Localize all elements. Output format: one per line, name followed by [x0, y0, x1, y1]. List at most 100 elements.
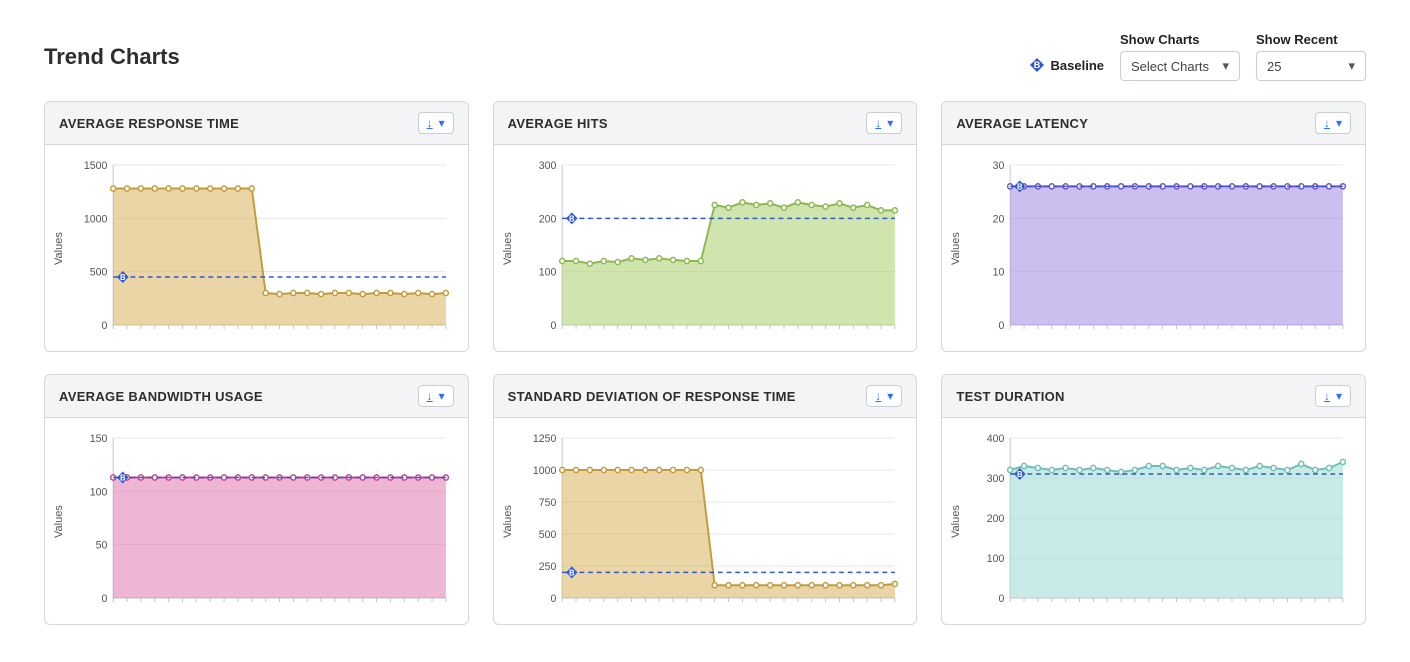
- panel-title: AVERAGE RESPONSE TIME: [59, 116, 239, 131]
- svg-text:B: B: [120, 273, 126, 282]
- panel-header: AVERAGE BANDWIDTH USAGE↓▾: [45, 375, 468, 418]
- panel-avg-latency: AVERAGE LATENCY↓▾Values0102030B: [941, 101, 1366, 352]
- svg-text:B: B: [1017, 470, 1023, 479]
- panel-title: AVERAGE BANDWIDTH USAGE: [59, 389, 263, 404]
- svg-text:B: B: [120, 473, 126, 482]
- caret-down-icon: ▾: [439, 116, 445, 130]
- page-title: Trend Charts: [44, 44, 180, 70]
- svg-text:1250: 1250: [533, 433, 557, 445]
- panel-title: AVERAGE LATENCY: [956, 116, 1088, 131]
- panel-body: Values 0 50 100 150 B: [45, 418, 468, 624]
- svg-text:100: 100: [987, 553, 1005, 565]
- svg-text:B: B: [569, 214, 575, 223]
- caret-down-icon: ▾: [1336, 116, 1342, 130]
- svg-text:300: 300: [987, 473, 1005, 485]
- chart: Values025050075010001250B: [502, 432, 901, 612]
- plot-area: 0 50 100 150 B: [67, 432, 452, 612]
- show-recent-group: Show Recent 25 ▾: [1256, 32, 1366, 81]
- chart: Values050010001500B: [53, 159, 452, 339]
- chart-options-button[interactable]: ↓▾: [418, 385, 454, 407]
- show-charts-dropdown[interactable]: Select Charts ▾: [1120, 51, 1240, 81]
- panel-std-dev-response-time: STANDARD DEVIATION OF RESPONSE TIME↓▾Val…: [493, 374, 918, 625]
- plot-area: 0100200300400B: [964, 432, 1349, 612]
- svg-text:500: 500: [538, 529, 556, 541]
- chart-options-button[interactable]: ↓▾: [866, 112, 902, 134]
- svg-text:50: 50: [96, 539, 108, 551]
- svg-text:200: 200: [987, 513, 1005, 525]
- svg-text:10: 10: [993, 266, 1005, 278]
- baseline-legend-label: Baseline: [1051, 58, 1104, 73]
- plot-area: 0 10 20 30 B: [964, 159, 1349, 339]
- svg-text:0: 0: [550, 320, 556, 332]
- svg-text:100: 100: [538, 266, 556, 278]
- download-icon: ↓: [875, 116, 881, 130]
- download-icon: ↓: [1324, 389, 1330, 403]
- caret-down-icon: ▾: [887, 116, 893, 130]
- y-axis-label: Values: [950, 432, 964, 612]
- panel-header: AVERAGE HITS↓▾: [494, 102, 917, 145]
- panel-body: Values0100200300400B: [942, 418, 1365, 624]
- svg-text:B: B: [569, 568, 575, 577]
- svg-text:0: 0: [102, 320, 108, 332]
- svg-text:20: 20: [993, 213, 1005, 225]
- chart: Values 0 100 200 300 B: [502, 159, 901, 339]
- show-recent-dropdown[interactable]: 25 ▾: [1256, 51, 1366, 81]
- panel-test-duration: TEST DURATION↓▾Values0100200300400B: [941, 374, 1366, 625]
- download-icon: ↓: [875, 389, 881, 403]
- panel-header: AVERAGE RESPONSE TIME↓▾: [45, 102, 468, 145]
- svg-text:30: 30: [993, 160, 1005, 172]
- baseline-icon: B: [1029, 57, 1045, 73]
- download-icon: ↓: [1324, 116, 1330, 130]
- svg-text:500: 500: [90, 266, 108, 278]
- chart: Values0100200300400B: [950, 432, 1349, 612]
- chart-options-button[interactable]: ↓▾: [1315, 385, 1351, 407]
- download-icon: ↓: [427, 116, 433, 130]
- panel-title: AVERAGE HITS: [508, 116, 608, 131]
- panel-title: TEST DURATION: [956, 389, 1064, 404]
- svg-text:100: 100: [90, 486, 108, 498]
- chart-options-button[interactable]: ↓▾: [866, 385, 902, 407]
- svg-text:300: 300: [538, 160, 556, 172]
- panel-header: TEST DURATION↓▾: [942, 375, 1365, 418]
- panel-header: STANDARD DEVIATION OF RESPONSE TIME↓▾: [494, 375, 917, 418]
- plot-area: 050010001500B: [67, 159, 452, 339]
- chart-options-button[interactable]: ↓▾: [418, 112, 454, 134]
- chart-options-button[interactable]: ↓▾: [1315, 112, 1351, 134]
- top-controls: B Baseline Show Charts Select Charts ▾ S…: [1029, 32, 1366, 81]
- show-charts-value: Select Charts: [1131, 59, 1209, 74]
- show-recent-value: 25: [1267, 59, 1281, 74]
- top-bar: Trend Charts B Baseline Show Charts Sele…: [44, 32, 1366, 81]
- svg-text:B: B: [1017, 182, 1023, 191]
- download-icon: ↓: [427, 389, 433, 403]
- y-axis-label: Values: [950, 159, 964, 339]
- chart: Values 0 50 100 150 B: [53, 432, 452, 612]
- panel-avg-hits: AVERAGE HITS↓▾Values0100200300B: [493, 101, 918, 352]
- caret-down-icon: ▾: [1222, 58, 1229, 74]
- panel-body: Values 0 10 20 30 B: [942, 145, 1365, 351]
- caret-down-icon: ▾: [887, 389, 893, 403]
- panel-body: Values025050075010001250B: [494, 418, 917, 624]
- svg-text:0: 0: [550, 593, 556, 605]
- svg-text:150: 150: [90, 433, 108, 445]
- svg-text:B: B: [1033, 60, 1040, 70]
- caret-down-icon: ▾: [1348, 58, 1355, 74]
- y-axis-label: Values: [53, 159, 67, 339]
- svg-text:200: 200: [538, 213, 556, 225]
- svg-text:1000: 1000: [533, 465, 557, 477]
- charts-grid: AVERAGE RESPONSE TIME↓▾Values05001000150…: [44, 101, 1366, 625]
- panel-body: Values 0 100 200 300 B: [494, 145, 917, 351]
- chart: Values 0 10 20 30 B: [950, 159, 1349, 339]
- svg-text:0: 0: [102, 593, 108, 605]
- svg-text:250: 250: [538, 561, 556, 573]
- plot-area: 0 250 500 750 1000 1250 B: [516, 432, 901, 612]
- svg-text:0: 0: [999, 320, 1005, 332]
- baseline-legend: B Baseline: [1029, 57, 1104, 81]
- y-axis-label: Values: [53, 432, 67, 612]
- y-axis-label: Values: [502, 159, 516, 339]
- svg-text:750: 750: [538, 497, 556, 509]
- caret-down-icon: ▾: [439, 389, 445, 403]
- panel-avg-response-time: AVERAGE RESPONSE TIME↓▾Values05001000150…: [44, 101, 469, 352]
- svg-text:400: 400: [987, 433, 1005, 445]
- svg-text:1500: 1500: [84, 160, 108, 172]
- caret-down-icon: ▾: [1336, 389, 1342, 403]
